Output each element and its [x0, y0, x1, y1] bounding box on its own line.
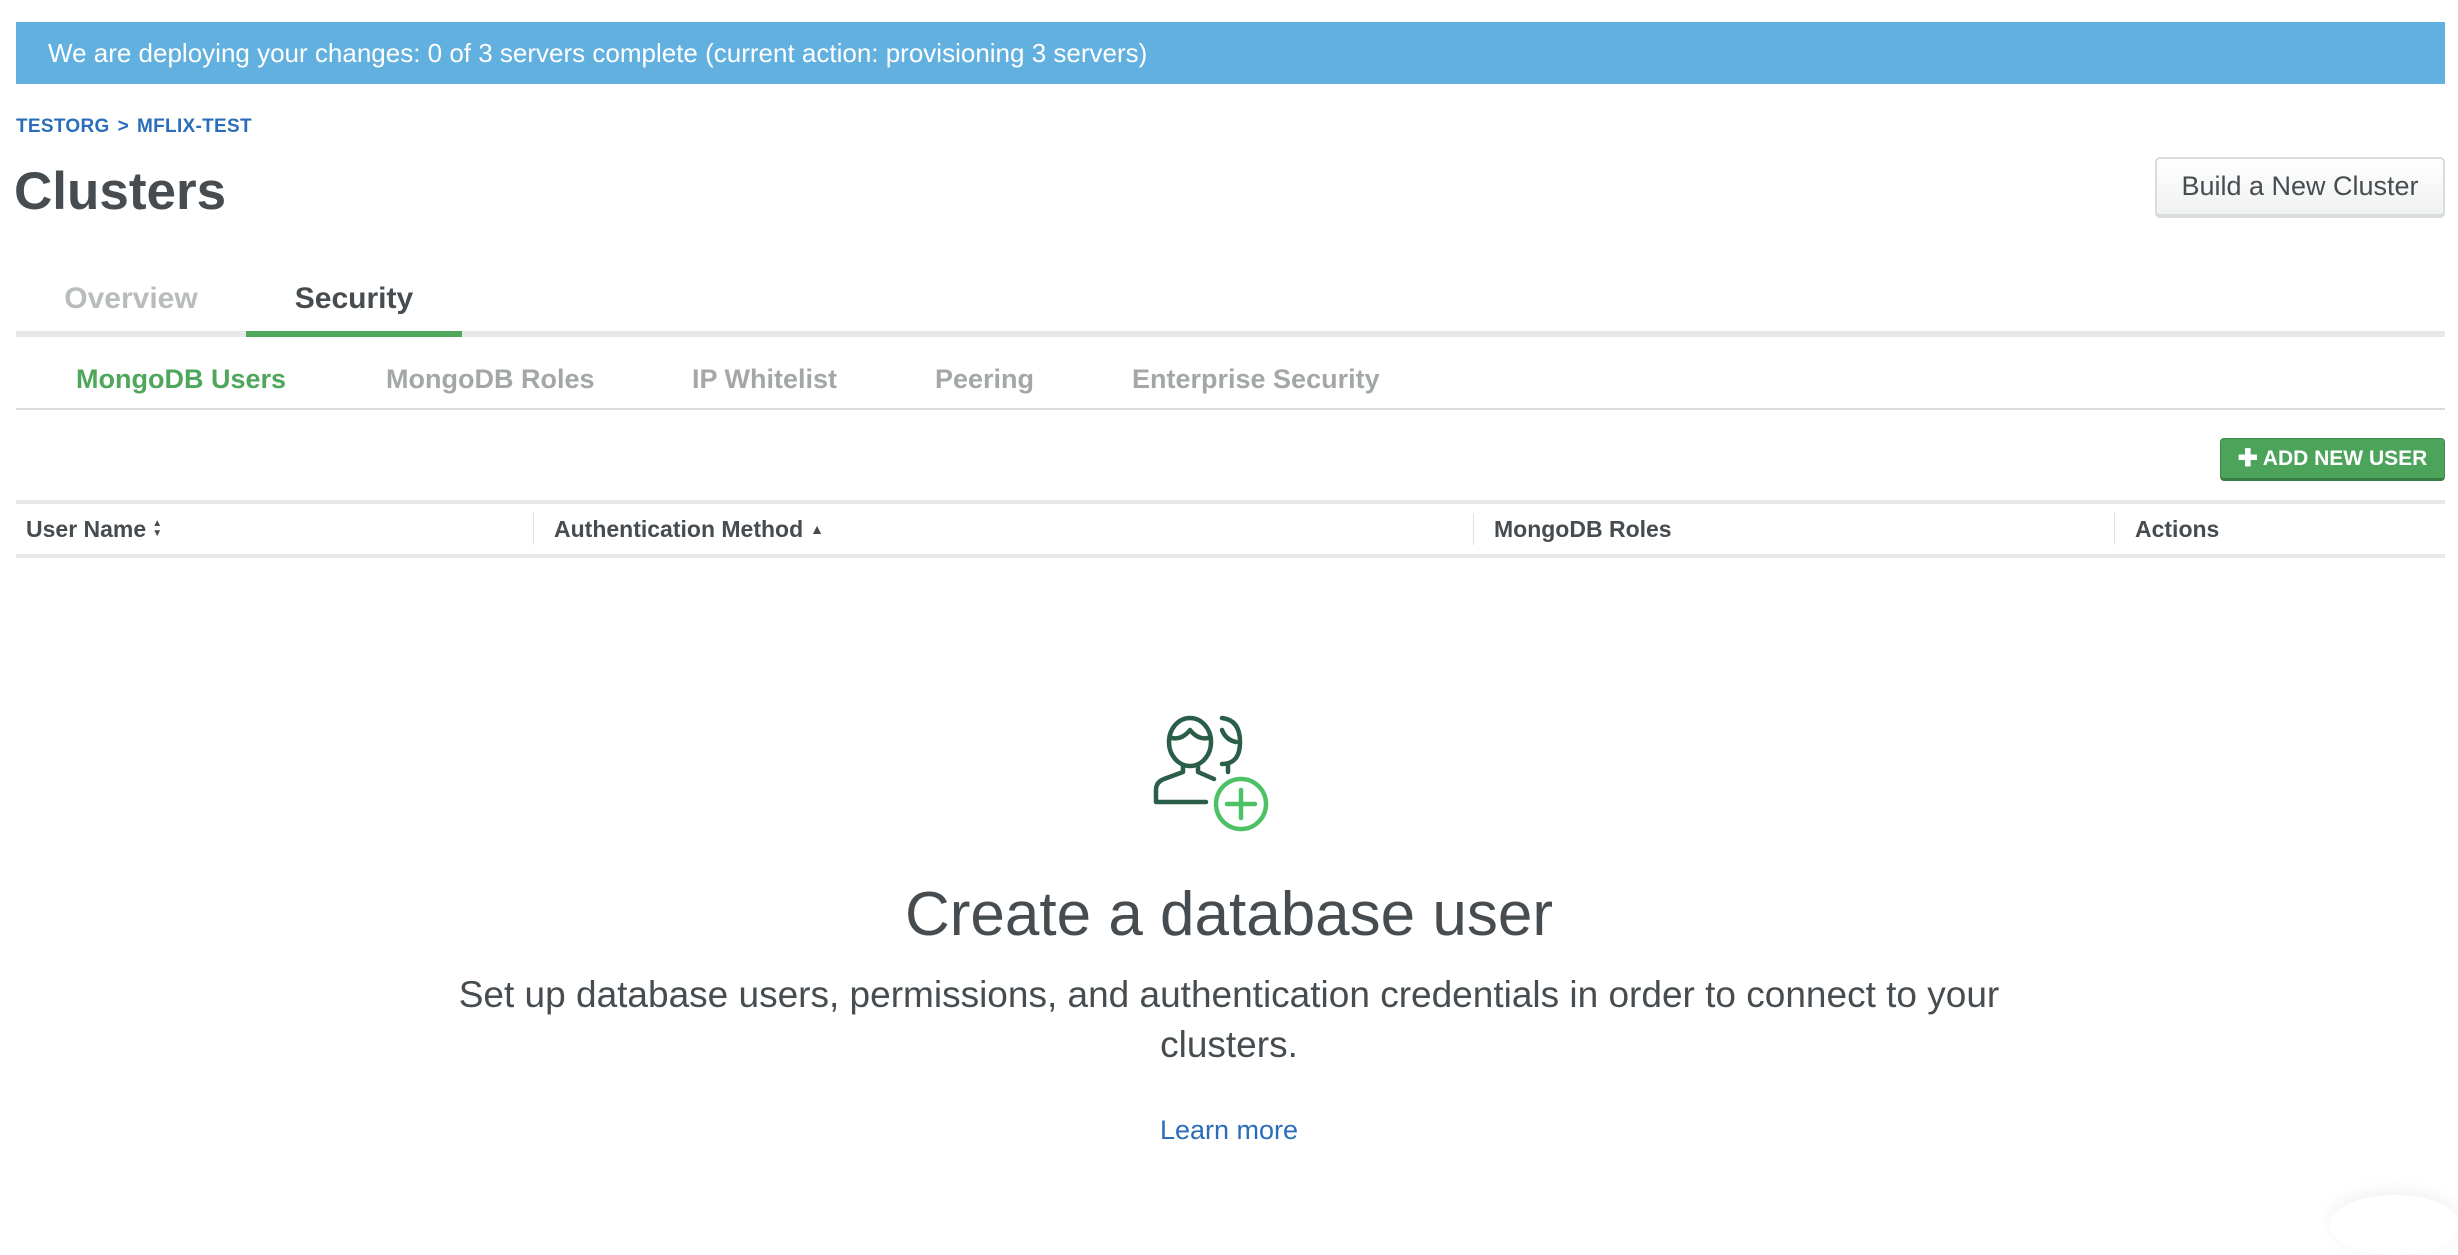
chat-widget-shadow [2330, 1195, 2458, 1255]
subtab-mongodb-users[interactable]: MongoDB Users [76, 364, 286, 395]
breadcrumb: TESTORG > MFLIX-TEST [16, 116, 252, 138]
add-new-user-button[interactable]: ✚ ADD NEW USER [2220, 438, 2445, 481]
column-divider [533, 513, 534, 545]
column-auth-method-label: Authentication Method [554, 515, 804, 542]
column-actions-label: Actions [2135, 515, 2220, 542]
tab-security[interactable]: Security [246, 270, 462, 337]
add-new-user-label: ADD NEW USER [2262, 446, 2428, 470]
column-header-mongodb-roles: MongoDB Roles [1494, 504, 1672, 554]
breadcrumb-project-link[interactable]: MFLIX-TEST [137, 116, 252, 137]
column-divider [1473, 513, 1474, 545]
subtab-enterprise-security[interactable]: Enterprise Security [1132, 364, 1380, 395]
empty-state-title: Create a database user [905, 880, 1553, 949]
tab-overview[interactable]: Overview [16, 270, 246, 337]
empty-state-description: Set up database users, permissions, and … [458, 974, 2000, 1065]
page-title: Clusters [14, 162, 227, 221]
column-user-name-label: User Name [26, 515, 147, 542]
subtab-ip-whitelist[interactable]: IP Whitelist [692, 364, 837, 395]
security-subtabs: MongoDB Users MongoDB Roles IP Whitelist… [16, 350, 2445, 410]
plus-icon: ✚ [2237, 444, 2258, 472]
column-header-authentication-method[interactable]: Authentication Method ▲ [554, 504, 824, 554]
add-user-icon [1153, 715, 1269, 832]
main-tabs: Overview Security [16, 270, 2445, 337]
column-roles-label: MongoDB Roles [1494, 515, 1672, 542]
breadcrumb-separator: > [117, 116, 129, 137]
deployment-status-banner: We are deploying your changes: 0 of 3 se… [16, 22, 2445, 84]
deployment-status-text: We are deploying your changes: 0 of 3 se… [48, 37, 1148, 68]
column-header-actions: Actions [2135, 504, 2219, 554]
sort-asc-icon[interactable]: ▲ [810, 521, 824, 537]
tab-security-label: Security [294, 282, 414, 315]
column-divider [2114, 513, 2115, 545]
column-header-user-name[interactable]: User Name ▲ ▼ [26, 504, 162, 554]
breadcrumb-org-link[interactable]: TESTORG [16, 116, 110, 137]
build-new-cluster-button[interactable]: Build a New Cluster [2155, 157, 2445, 218]
subtab-mongodb-roles[interactable]: MongoDB Roles [386, 364, 595, 395]
sort-both-icon[interactable]: ▲ ▼ [152, 519, 162, 539]
tab-overview-label: Overview [64, 282, 198, 315]
users-table-header: User Name ▲ ▼ Authentication Method ▲ Mon… [16, 500, 2445, 558]
subtab-peering[interactable]: Peering [935, 364, 1034, 395]
learn-more-link[interactable]: Learn more [0, 1115, 2458, 1146]
